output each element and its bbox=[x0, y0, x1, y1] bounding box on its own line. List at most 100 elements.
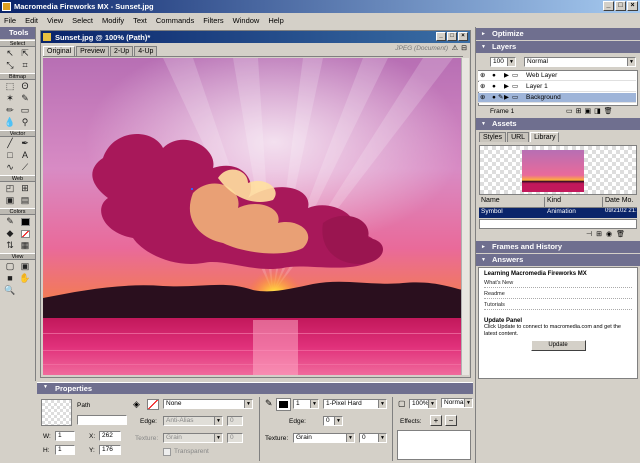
magic-wand-tool-icon[interactable]: ✶ bbox=[3, 93, 17, 104]
new-layer-icon[interactable]: ⊞ bbox=[576, 107, 582, 115]
rectangle-tool-icon[interactable]: □ bbox=[3, 150, 17, 161]
tab-preview[interactable]: Preview bbox=[76, 46, 110, 56]
transparent-checkbox[interactable] bbox=[163, 448, 171, 456]
tutorials-link[interactable]: Tutorials bbox=[484, 302, 632, 310]
lock-icon[interactable]: ● bbox=[492, 93, 496, 103]
pencil-tool-icon[interactable]: ✏ bbox=[3, 105, 17, 116]
tab-2up[interactable]: 2-Up bbox=[110, 46, 134, 56]
stroke-color-icon[interactable]: ✎ bbox=[3, 216, 17, 227]
tab-4up[interactable]: 4-Up bbox=[134, 46, 158, 56]
hide-slices-icon[interactable]: ▣ bbox=[3, 195, 17, 206]
doc-close-button[interactable]: × bbox=[458, 32, 468, 41]
properties-panel-title[interactable]: Properties bbox=[37, 383, 473, 394]
eye-icon[interactable]: ⊕ bbox=[480, 93, 485, 103]
height-field[interactable]: 1 bbox=[55, 445, 75, 455]
library-import-icon[interactable]: ⊣ bbox=[586, 230, 592, 238]
layer-row-web-layer[interactable]: ⊕ ● ▶ ▭ Web Layer bbox=[478, 71, 636, 81]
stroke-texture-select[interactable]: Grain ▼ bbox=[293, 433, 355, 443]
stroke-type-select[interactable]: 1-Pixel Hard ▼ bbox=[323, 399, 387, 409]
library-row-symbol[interactable]: Symbol Animation 09/2102 21:0 bbox=[479, 208, 637, 218]
library-properties-icon[interactable]: ◉ bbox=[606, 230, 612, 238]
answers-panel-header[interactable]: Answers bbox=[476, 254, 640, 266]
x-field[interactable]: 262 bbox=[99, 431, 121, 441]
layer-row-background[interactable]: ⊕ ● ✎ ▶ ▭ Background bbox=[478, 93, 636, 103]
menu-edit[interactable]: Edit bbox=[25, 16, 38, 25]
frames-history-panel-header[interactable]: Frames and History bbox=[476, 241, 640, 253]
stroke-color-box[interactable] bbox=[276, 398, 291, 411]
pen-tool-icon[interactable]: ✒ bbox=[18, 138, 32, 149]
col-kind[interactable]: Kind bbox=[545, 197, 603, 207]
layer-opacity-field[interactable]: 100 ▼ bbox=[490, 57, 516, 67]
slice-tool-icon[interactable]: ⊞ bbox=[18, 183, 32, 194]
document-canvas[interactable] bbox=[43, 58, 463, 375]
fill-category-select[interactable]: None ▼ bbox=[163, 399, 253, 409]
expand-arrow-icon[interactable]: ▶ bbox=[504, 82, 509, 92]
width-field[interactable]: 1 bbox=[55, 431, 75, 441]
expand-arrow-icon[interactable]: ▶ bbox=[504, 71, 509, 81]
add-effect-button[interactable]: + bbox=[430, 415, 442, 426]
line-tool-icon[interactable]: ╱ bbox=[3, 138, 17, 149]
layer-blend-select[interactable]: Normal ▼ bbox=[524, 57, 636, 67]
subselection-tool-icon[interactable]: ⇱ bbox=[18, 48, 32, 59]
close-button[interactable]: × bbox=[627, 1, 638, 11]
collapse-arrow-icon[interactable]: ▼ bbox=[43, 384, 48, 390]
blend-mode-select[interactable]: Normal ▼ bbox=[441, 398, 473, 408]
stroke-color-swatch[interactable] bbox=[18, 216, 32, 227]
stroke-size-field[interactable]: 1 ▼ bbox=[293, 399, 319, 409]
hotspot-tool-icon[interactable]: ◰ bbox=[3, 183, 17, 194]
menu-window[interactable]: Window bbox=[233, 16, 260, 25]
default-colors-icon[interactable]: ▦ bbox=[18, 240, 32, 251]
lasso-tool-icon[interactable]: ʘ bbox=[18, 81, 32, 92]
effects-list[interactable] bbox=[397, 430, 471, 460]
maximize-button[interactable]: □ bbox=[615, 1, 626, 11]
library-new-symbol-icon[interactable]: ⊞ bbox=[596, 230, 602, 238]
object-name-field[interactable] bbox=[77, 415, 127, 425]
knife-tool-icon[interactable]: ⟋ bbox=[18, 162, 32, 173]
doc-maximize-button[interactable]: □ bbox=[447, 32, 457, 41]
remove-effect-button[interactable]: − bbox=[445, 415, 457, 426]
expand-arrow-icon[interactable]: ▶ bbox=[504, 93, 509, 103]
crop-tool-icon[interactable]: ⌗ bbox=[18, 60, 32, 71]
tab-styles[interactable]: Styles bbox=[479, 132, 507, 142]
menu-modify[interactable]: Modify bbox=[102, 16, 124, 25]
full-screen-icon[interactable]: ■ bbox=[3, 273, 17, 284]
document-title-bar[interactable]: Sunset.jpg @ 100% (Path)* _ □ × bbox=[41, 31, 470, 43]
lock-icon[interactable]: ● bbox=[492, 71, 496, 81]
menu-view[interactable]: View bbox=[47, 16, 63, 25]
col-name[interactable]: Name bbox=[479, 197, 545, 207]
optimize-panel-header[interactable]: Optimize bbox=[476, 28, 640, 40]
lock-icon[interactable]: ● bbox=[492, 82, 496, 92]
add-mask-icon[interactable]: ◨ bbox=[594, 107, 601, 115]
standard-screen-icon[interactable]: ▢ bbox=[3, 261, 17, 272]
preview-export-icon[interactable]: ⊟ bbox=[461, 44, 467, 52]
readme-link[interactable]: Readme bbox=[484, 291, 632, 299]
eraser-tool-icon[interactable]: ▭ bbox=[18, 105, 32, 116]
tools-panel-title[interactable]: Tools bbox=[0, 27, 35, 39]
new-subfolder-icon[interactable]: ▭ bbox=[566, 107, 573, 115]
minimize-button[interactable]: _ bbox=[603, 1, 614, 11]
assets-panel-header[interactable]: Assets bbox=[476, 118, 640, 130]
menu-commands[interactable]: Commands bbox=[156, 16, 194, 25]
eye-icon[interactable]: ⊕ bbox=[480, 71, 485, 81]
freeform-tool-icon[interactable]: ∿ bbox=[3, 162, 17, 173]
blur-tool-icon[interactable]: 💧 bbox=[3, 117, 17, 128]
fill-color-icon[interactable]: ◆ bbox=[3, 228, 17, 239]
hand-tool-icon[interactable]: ✋ bbox=[18, 273, 32, 284]
layer-row-layer-1[interactable]: ⊕ ● ▶ ▭ Layer 1 bbox=[478, 82, 636, 92]
layers-panel-header[interactable]: Layers bbox=[476, 41, 640, 53]
opacity-field[interactable]: 100% ▼ bbox=[409, 399, 437, 409]
menu-select[interactable]: Select bbox=[72, 16, 93, 25]
canvas-vertical-scrollbar[interactable] bbox=[461, 58, 469, 375]
menu-help[interactable]: Help bbox=[268, 16, 283, 25]
text-tool-icon[interactable]: A bbox=[18, 150, 32, 161]
y-field[interactable]: 176 bbox=[99, 445, 121, 455]
menu-text[interactable]: Text bbox=[133, 16, 147, 25]
rubber-stamp-tool-icon[interactable]: ⚲ bbox=[18, 117, 32, 128]
doc-minimize-button[interactable]: _ bbox=[436, 32, 446, 41]
scale-tool-icon[interactable]: ⤡ bbox=[3, 60, 17, 71]
tab-original[interactable]: Original bbox=[43, 46, 76, 56]
new-bitmap-icon[interactable]: ▣ bbox=[585, 107, 592, 115]
stroke-texture-amount[interactable]: 0 ▼ bbox=[359, 433, 387, 443]
library-delete-icon[interactable]: 🗑 bbox=[616, 230, 625, 238]
menu-file[interactable]: File bbox=[4, 16, 16, 25]
